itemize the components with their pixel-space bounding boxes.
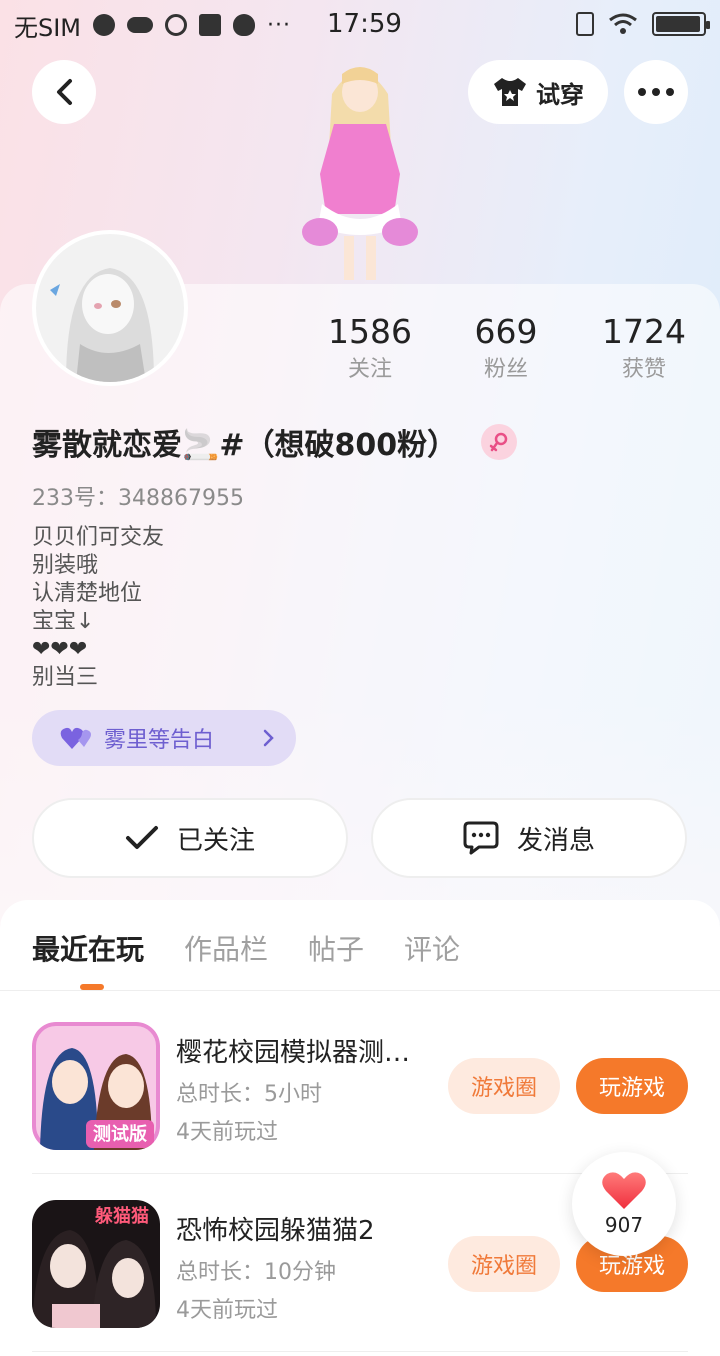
bio-line: 贝贝们可交友 bbox=[32, 525, 165, 550]
like-count: 907 bbox=[604, 1213, 644, 1237]
vibrate-icon bbox=[576, 12, 594, 36]
game-icon[interactable]: 躲猫猫 bbox=[32, 1200, 160, 1328]
tshirt-icon bbox=[494, 78, 526, 106]
cat-icon bbox=[233, 14, 256, 36]
tab-recently-played[interactable]: 最近在玩 bbox=[32, 928, 144, 968]
status-bar: 无SIM ··· 17:59 bbox=[0, 0, 720, 50]
user-id: 233号：348867955 bbox=[32, 486, 244, 511]
stat-following[interactable]: 1586 关注 bbox=[300, 312, 440, 388]
media-icon bbox=[165, 14, 188, 36]
bio-line: 别装哦 bbox=[32, 553, 99, 578]
likes-count: 1724 bbox=[602, 312, 686, 351]
double-heart-icon bbox=[60, 727, 91, 749]
carrier-label: 无SIM bbox=[14, 13, 82, 42]
overflow-dots: ··· bbox=[267, 12, 292, 38]
game-badge: 躲猫猫 bbox=[95, 1205, 149, 1227]
heart-icon bbox=[602, 1172, 646, 1209]
game-circle-button[interactable]: 游戏圈 bbox=[448, 1236, 560, 1292]
profile-tabs: 最近在玩 作品栏 帖子 评论 bbox=[32, 928, 460, 968]
follow-label: 已关注 bbox=[176, 825, 255, 856]
fans-count: 669 bbox=[474, 312, 538, 351]
game-duration: 总时长：5小时 bbox=[176, 1082, 322, 1107]
play-game-button[interactable]: 玩游戏 bbox=[576, 1058, 688, 1114]
game-badge: 测试版 bbox=[93, 1123, 147, 1145]
check-icon bbox=[125, 826, 158, 849]
game-last-played: 4天前玩过 bbox=[176, 1120, 278, 1145]
bio-line: ❤❤❤ bbox=[32, 637, 88, 662]
game-last-played: 4天前玩过 bbox=[176, 1298, 278, 1323]
fans-label: 粉丝 bbox=[483, 357, 528, 382]
stat-fans[interactable]: 669 粉丝 bbox=[436, 312, 576, 388]
chat-bubble-icon bbox=[463, 821, 499, 855]
following-label: 关注 bbox=[347, 357, 392, 382]
message-button[interactable]: 发消息 bbox=[371, 798, 687, 878]
back-button[interactable] bbox=[32, 60, 96, 124]
female-icon bbox=[481, 424, 518, 460]
game-title: 樱花校园模拟器测… bbox=[176, 1038, 411, 1068]
divider bbox=[0, 990, 720, 991]
game-duration: 总时长：10分钟 bbox=[176, 1260, 336, 1285]
more-dots-icon bbox=[638, 88, 674, 96]
chevron-left-icon bbox=[57, 79, 72, 105]
avatar[interactable] bbox=[32, 230, 188, 386]
like-floating-button[interactable]: 907 bbox=[572, 1152, 676, 1256]
stat-likes[interactable]: 1724 获赞 bbox=[574, 312, 714, 388]
follow-button[interactable]: 已关注 bbox=[32, 798, 348, 878]
wifi-icon bbox=[609, 13, 637, 34]
battery-icon bbox=[652, 12, 710, 36]
game-icon[interactable]: 测试版 bbox=[32, 1022, 160, 1150]
mail-icon bbox=[199, 14, 222, 36]
browser-icon bbox=[93, 14, 116, 36]
more-button[interactable] bbox=[624, 60, 688, 124]
game-list-item[interactable]: 测试版 樱花校园模拟器测… 总时长：5小时 4天前玩过 游戏圈 玩游戏 bbox=[32, 1022, 688, 1174]
game-circle-button[interactable]: 游戏圈 bbox=[448, 1058, 560, 1114]
try-on-button[interactable]: 试穿 bbox=[468, 60, 608, 124]
nickname-row: 雾散就恋爱🚬#（想破800粉） bbox=[32, 420, 518, 464]
battery-level bbox=[656, 16, 700, 32]
bio-line: 别当三 bbox=[32, 665, 99, 690]
game-title: 恐怖校园躲猫猫2 bbox=[176, 1216, 375, 1246]
divider bbox=[32, 1351, 688, 1352]
chevron-right-icon bbox=[263, 729, 274, 747]
confession-chip[interactable]: 雾里等告白 bbox=[32, 710, 296, 766]
clock: 17:59 bbox=[327, 9, 402, 39]
tab-comments[interactable]: 评论 bbox=[404, 928, 460, 968]
confession-label: 雾里等告白 bbox=[104, 728, 215, 753]
avatar-character-illustration bbox=[302, 67, 418, 280]
try-on-label: 试穿 bbox=[536, 80, 584, 109]
cloud-icon bbox=[127, 17, 154, 33]
message-label: 发消息 bbox=[516, 825, 595, 856]
bio: 贝贝们可交友 别装哦 认清楚地位 宝宝↓ ❤❤❤ 别当三 bbox=[32, 524, 164, 692]
tab-works[interactable]: 作品栏 bbox=[184, 928, 268, 968]
bio-line: 宝宝↓ bbox=[32, 609, 95, 634]
likes-label: 获赞 bbox=[621, 357, 666, 382]
following-count: 1586 bbox=[328, 312, 412, 351]
nickname: 雾散就恋爱🚬#（想破800粉） bbox=[32, 428, 458, 463]
tab-posts[interactable]: 帖子 bbox=[308, 928, 364, 968]
bio-line: 认清楚地位 bbox=[32, 581, 143, 606]
